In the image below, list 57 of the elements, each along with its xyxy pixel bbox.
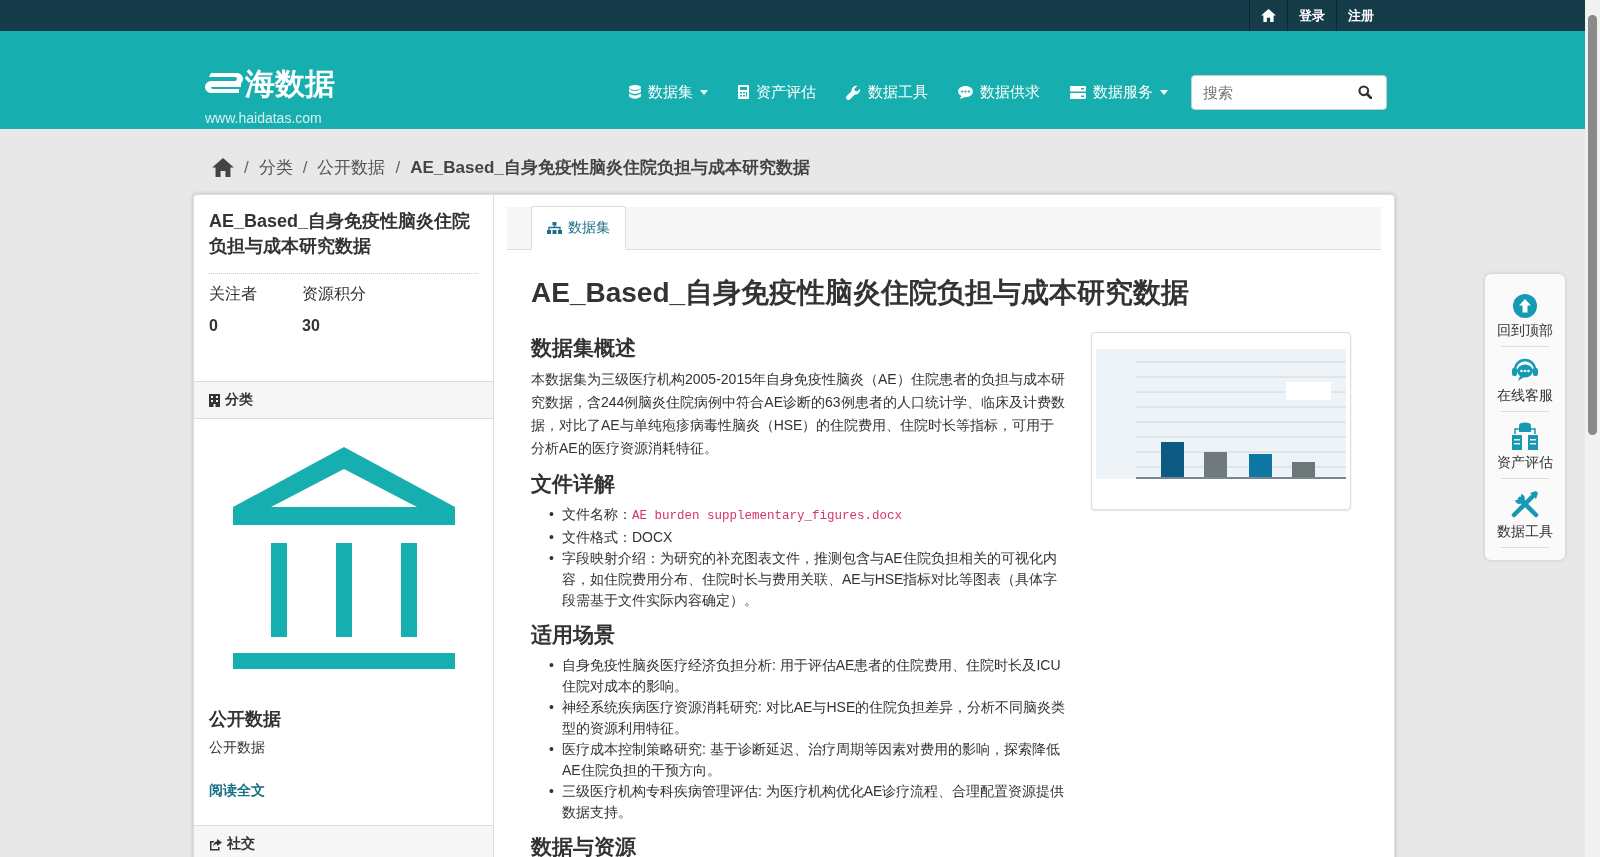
breadcrumb-separator: / (395, 157, 401, 178)
bullet: • (549, 782, 555, 801)
tab[interactable]: 数据集 (531, 206, 626, 250)
list-item: 医疗成本控制策略研究: 基于诊断延迟、治疗周期等因素对费用的影响，探索降低AE住院负担的干预方向。 (562, 740, 1061, 780)
breadcrumb-link[interactable]: 分类 (258, 156, 293, 179)
chat-icon (958, 85, 973, 99)
section-title: 社交 (227, 835, 255, 853)
description-paragraph: 本数据集为三级医疗机构2005-2015年自身免疫性脑炎（AE）住院患者的负担与成本研究数据，含244例脑炎住院病例中符合AE诊断的63例患者的人口统计学、临床及计费数据，对比了AE与单纯疱疹病毒性脑炎（HSE）的住院费用、住院时长等指标，可用于分析AE的医疗资源消耗特征。 (531, 370, 1066, 458)
database-icon (629, 85, 641, 99)
section-title: 分类 (225, 391, 253, 409)
list-item: 自身免疫性脑炎医疗经济负担分析: 用于评估AE患者的住院费用、住院时长及ICU住院对成本的影响。 (562, 656, 1062, 696)
home-icon (1261, 9, 1276, 22)
breadcrumb-separator: / (302, 157, 308, 178)
bullet: • (549, 656, 555, 675)
arrow-up-icon (1513, 294, 1537, 318)
dataset-title: AE_Based_自身免疫性脑炎住院负担与成本研究数据 (209, 209, 478, 274)
stat-value: 0 (209, 317, 219, 335)
site-url: www.haidatas.com (205, 110, 323, 126)
read-more-link[interactable]: 阅读全文 (209, 782, 265, 798)
breadcrumb-separator: / (244, 157, 249, 178)
breadcrumb-link[interactable]: 公开数据 (317, 156, 386, 179)
tools-icon (1510, 489, 1540, 519)
search-icon[interactable] (1358, 84, 1372, 99)
page-title: AE_Based_自身免疫性脑炎住院负担与成本研究数据 (531, 276, 1191, 310)
search-field[interactable]: 搜索 (1191, 74, 1387, 110)
list-item: 神经系统疾病医疗资源消耗研究: 对比AE与HSE的住院负担差异，分析不同脑炎类型的资源利用特征。 (562, 698, 1066, 738)
calculator-icon (738, 85, 749, 99)
category-name: 公开数据 (209, 708, 282, 731)
list-item: 文件格式：DOCX (562, 528, 673, 547)
list-item: 字段映射介绍：为研究的补充图表文件，推测包含与AE住院负担相关的可视化内容，如住院费用分布、住院时长与费用关联、AE与HSE指标对比等图表（具体字段需基于文件实际内容确定）。 (562, 549, 1059, 610)
stat-value: 30 (302, 317, 321, 335)
scrollbar[interactable] (1585, 0, 1600, 857)
list-item: 文件名称：AE burden supplementary_figures.docx (562, 505, 903, 525)
stat-label: 关注者 (209, 284, 257, 304)
bullet: • (549, 740, 555, 759)
bullet: • (549, 549, 555, 568)
bullet: • (549, 505, 555, 524)
building-icon (209, 393, 220, 407)
section-heading: 数据集概述 (531, 335, 637, 361)
home-icon[interactable] (212, 158, 234, 177)
institution-icon (232, 447, 455, 669)
section-heading: 数据与资源 (531, 834, 637, 857)
bullet: • (549, 528, 555, 547)
database-icon (1511, 422, 1539, 450)
scrollbar-thumb[interactable] (1588, 15, 1597, 435)
section-heading: 文件详解 (531, 471, 616, 497)
wrench-icon (846, 84, 861, 100)
section-heading: 适用场景 (531, 622, 616, 648)
category-description: 公开数据 (209, 739, 266, 757)
sitemap-icon (547, 222, 562, 234)
headset-icon (1511, 357, 1539, 383)
list-item: 三级医疗机构专科疾病管理评估: 为医疗机构优化AE诊疗流程、合理配置资源提供数据支持。 (562, 782, 1066, 822)
server-icon (1070, 85, 1086, 99)
breadcrumb-current: AE_Based_自身免疫性脑炎住院负担与成本研究数据 (410, 157, 810, 179)
stat-label: 资源积分 (302, 284, 366, 304)
share-icon (209, 837, 222, 851)
bullet: • (549, 698, 555, 717)
